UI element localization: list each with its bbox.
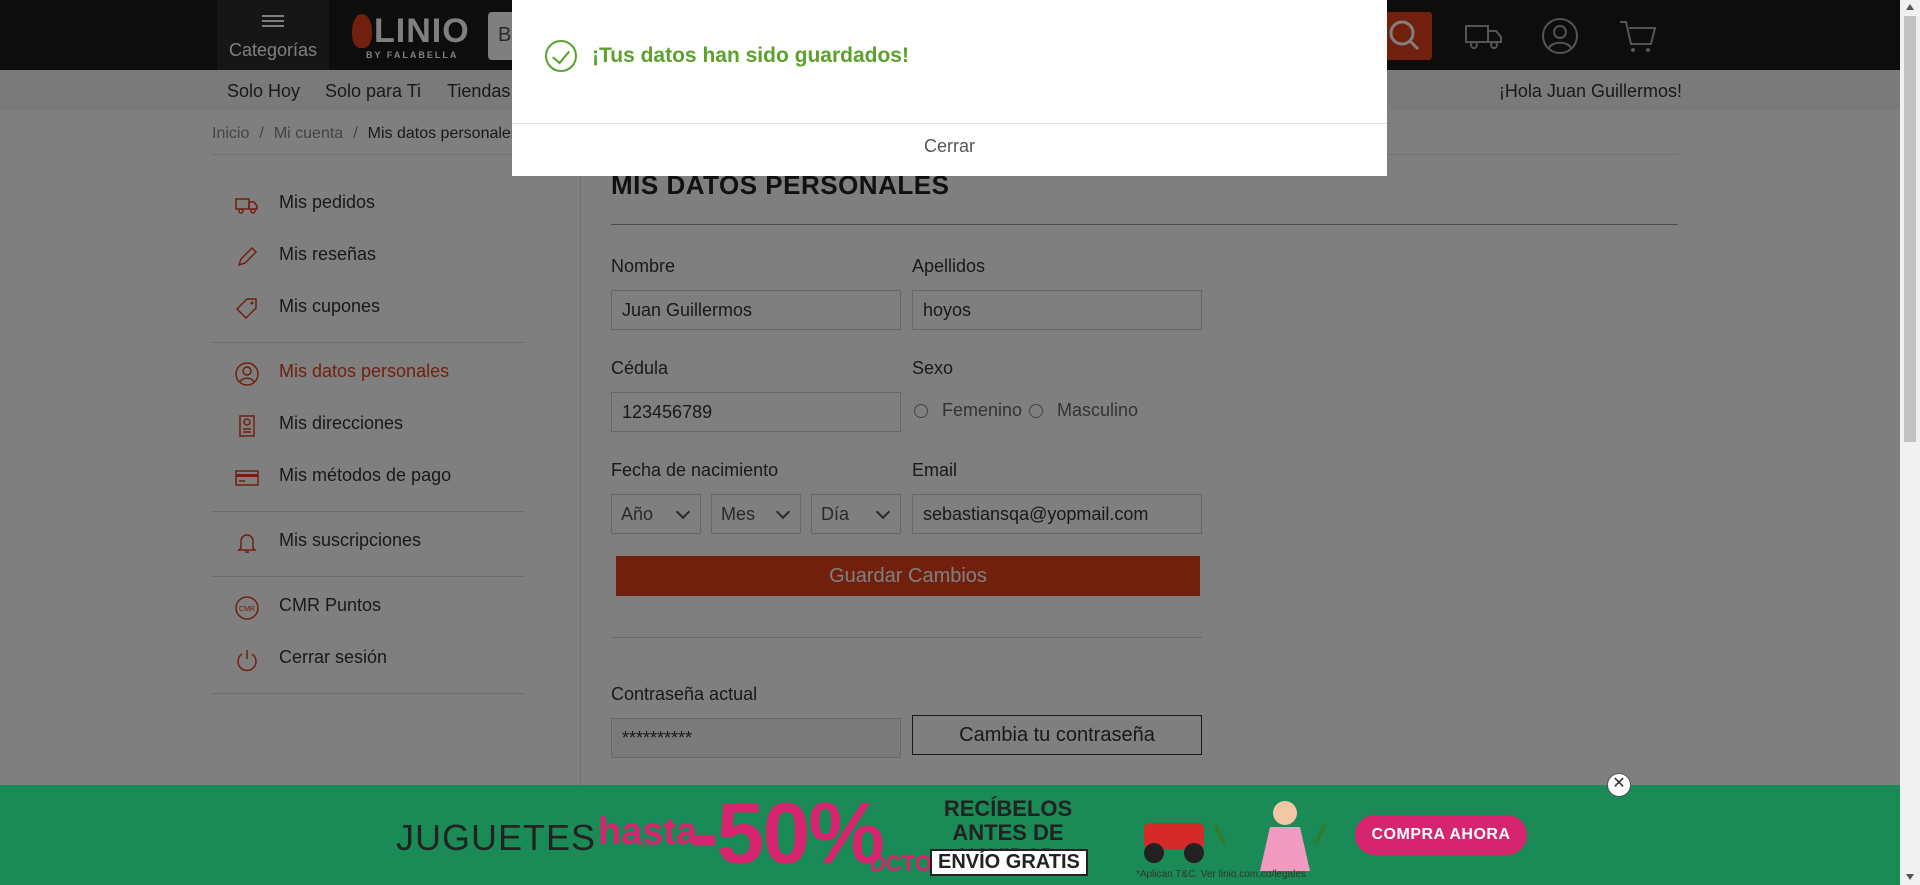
scroll-down-icon[interactable] (1906, 874, 1914, 880)
banner-hasta-text: hasta (598, 811, 698, 853)
scrollbar[interactable] (1900, 0, 1920, 885)
promo-banner-content: JUGUETES hasta -50% DCTO. RECÍBELOS ANTE… (370, 785, 1530, 885)
divider (512, 123, 1387, 124)
check-circle-icon (545, 40, 577, 72)
success-message: ¡Tus datos han sido guardados! (592, 44, 909, 67)
success-modal: ¡Tus datos han sido guardados! Cerrar (512, 0, 1387, 176)
buy-now-button[interactable]: COMPRA AHORA (1355, 815, 1527, 855)
scrollbar-thumb[interactable] (1904, 16, 1916, 442)
promo-banner[interactable]: JUGUETES hasta -50% DCTO. RECÍBELOS ANTE… (0, 785, 1900, 885)
banner-discount-text: -50% (690, 786, 885, 882)
banner-legal-text: *Aplican T&C. Ver linio.com.co/legales (1136, 869, 1306, 880)
scroll-up-icon[interactable] (1906, 4, 1914, 10)
close-modal-button[interactable]: Cerrar (512, 136, 1387, 157)
banner-envio-text: ENVÍO GRATIS (930, 849, 1088, 876)
toys-image-icon (1144, 801, 1327, 871)
close-banner-icon[interactable]: ✕ (1607, 773, 1631, 797)
banner-juguetes-text: JUGUETES (396, 817, 597, 858)
